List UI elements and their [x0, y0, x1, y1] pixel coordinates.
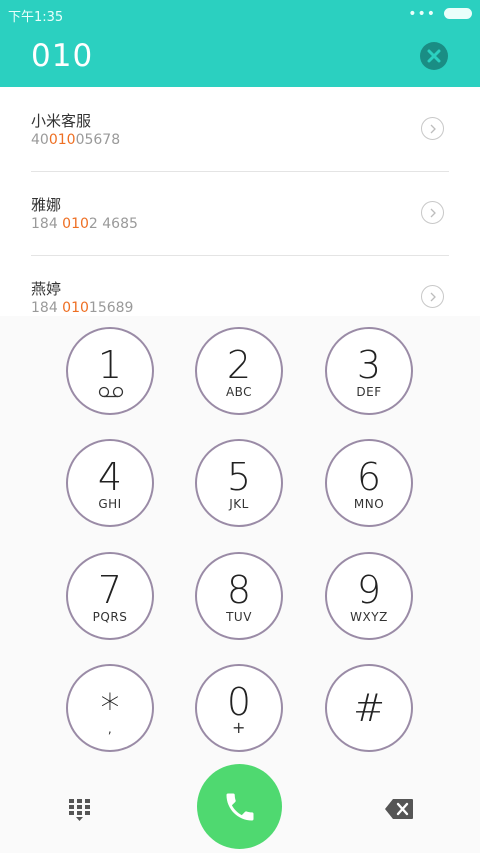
status-more-icon: •••	[408, 6, 436, 22]
contact-name: 小米客服	[31, 112, 92, 130]
key-8[interactable]: 8 TUV	[195, 552, 283, 640]
key-4[interactable]: 4 GHI	[66, 439, 154, 527]
key-hash[interactable]: #	[325, 664, 413, 752]
backspace-icon[interactable]	[384, 798, 414, 820]
key-6[interactable]: 6 MNO	[325, 439, 413, 527]
key-1[interactable]: 1	[66, 327, 154, 415]
phone-icon	[226, 793, 253, 820]
close-icon	[427, 49, 441, 63]
contact-detail-button[interactable]	[421, 117, 444, 140]
dialer-bottom-bar	[0, 764, 480, 853]
contact-number: 4001005678	[31, 132, 121, 148]
clear-number-button[interactable]	[420, 42, 448, 70]
call-button[interactable]	[197, 764, 282, 849]
contact-name: 雅娜	[31, 196, 62, 214]
voicemail-icon	[98, 386, 124, 398]
contact-detail-button[interactable]	[421, 201, 444, 224]
key-7[interactable]: 7 PQRS	[66, 552, 154, 640]
dialer-header: 下午1:35 ••• 010	[0, 0, 480, 87]
dialpad-icon[interactable]	[67, 797, 93, 823]
chevron-right-icon	[430, 208, 436, 217]
key-star[interactable]: * ,	[66, 664, 154, 752]
dial-keypad: 1 2 ABC 3 DEF 4 GHI 5 JKL 6 MNO 7 PQRS 8…	[0, 316, 480, 853]
chevron-right-icon	[430, 292, 436, 301]
contact-number: 184 0102 4685	[31, 216, 138, 232]
key-9[interactable]: 9 WXYZ	[325, 552, 413, 640]
dialed-number: 010	[31, 38, 94, 74]
contact-number: 184 01015689	[31, 300, 134, 316]
chevron-right-icon	[430, 124, 436, 133]
key-2[interactable]: 2 ABC	[195, 327, 283, 415]
contact-name: 燕婷	[31, 280, 62, 298]
key-3[interactable]: 3 DEF	[325, 327, 413, 415]
contact-item[interactable]: 燕婷 184 01015689	[31, 255, 449, 316]
contact-item[interactable]: 雅娜 184 0102 4685	[31, 171, 449, 256]
contact-detail-button[interactable]	[421, 285, 444, 308]
key-0[interactable]: 0 +	[195, 664, 283, 752]
contact-item[interactable]: 小米客服 4001005678	[31, 87, 449, 172]
contact-suggestions: 小米客服 4001005678 雅娜 184 0102 4685 燕婷 184 …	[0, 87, 480, 316]
battery-icon	[444, 8, 472, 19]
key-5[interactable]: 5 JKL	[195, 439, 283, 527]
status-time: 下午1:35	[8, 10, 64, 25]
